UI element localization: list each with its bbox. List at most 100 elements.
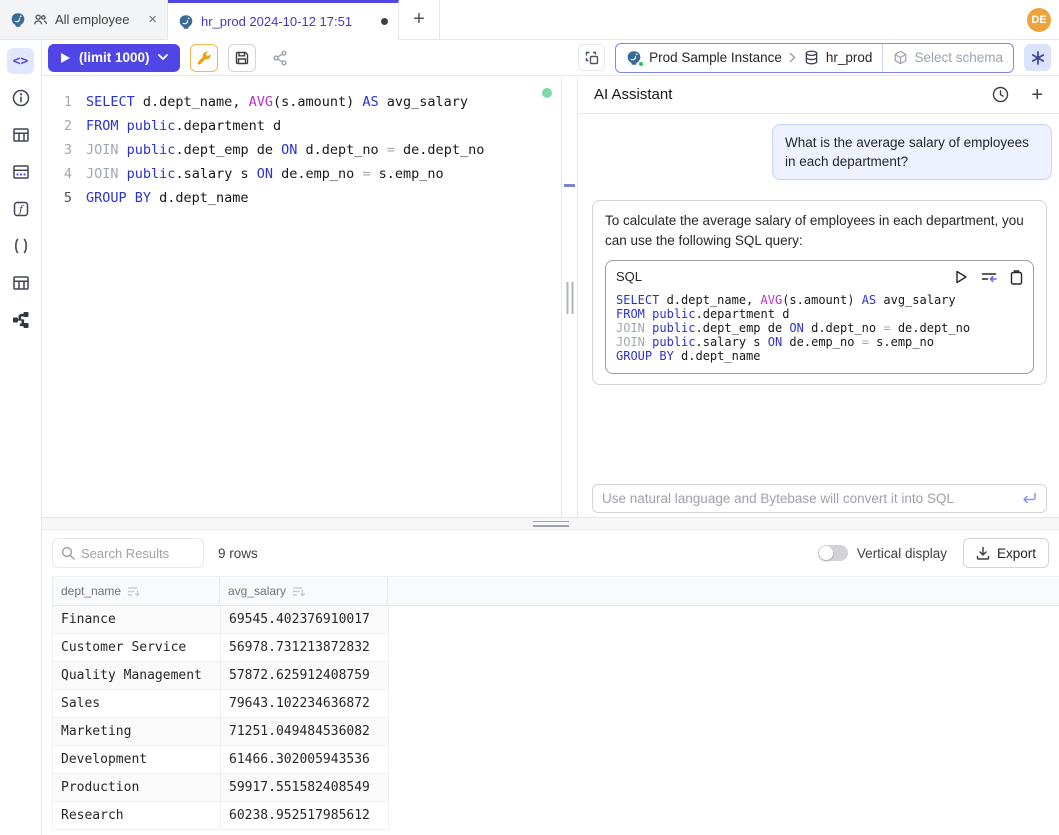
user-avatar[interactable]: DE — [1027, 8, 1051, 32]
results-controls: 9 rows Vertical display Export — [42, 530, 1059, 576]
code-block-label: SQL — [616, 267, 642, 287]
sidebar-item-functions[interactable]: f — [7, 196, 34, 222]
code-tags-icon: <> — [13, 54, 29, 69]
tab-hr-prod[interactable]: hr_prod 2024-10-12 17:51 — [168, 0, 399, 40]
cube-icon — [893, 50, 908, 65]
schema-diagram-icon — [11, 310, 31, 330]
copy-code-icon[interactable] — [1010, 270, 1023, 285]
table-row[interactable]: Customer Service56978.731213872832 — [52, 634, 389, 662]
floppy-disk-icon — [234, 50, 250, 66]
postgresql-icon — [10, 12, 26, 28]
vertical-splitter[interactable] — [562, 76, 578, 517]
schema-placeholder: Select schema — [914, 50, 1003, 65]
search-results-box[interactable] — [52, 538, 204, 568]
table-cell[interactable]: Sales — [53, 690, 221, 717]
download-icon — [976, 546, 990, 560]
schema-selector[interactable]: Select schema — [883, 44, 1013, 72]
horizontal-splitter[interactable] — [42, 517, 1059, 530]
connection-status-dot — [542, 88, 552, 98]
table-cell[interactable]: 71251.049484536082 — [221, 718, 389, 745]
ai-assistant-panel: AI Assistant + What is the average salar… — [578, 76, 1059, 517]
ai-prompt-input[interactable] — [602, 491, 1013, 506]
tab-label: hr_prod 2024-10-12 17:51 — [201, 14, 352, 29]
share-button[interactable] — [266, 44, 294, 72]
sidebar-item-info[interactable] — [7, 85, 34, 111]
sidebar-item-tables[interactable] — [7, 122, 34, 148]
insert-code-icon[interactable] — [981, 270, 997, 284]
search-icon — [61, 546, 75, 560]
vertical-display-toggle[interactable] — [818, 545, 848, 561]
sql-line: 1SELECT d.dept_name, AVG(s.amount) AS av… — [42, 90, 561, 114]
new-chat-plus-icon[interactable]: + — [1031, 85, 1043, 105]
table-row[interactable]: Finance69545.402376910017 — [52, 606, 389, 634]
sidebar-item-table-data[interactable] — [7, 159, 34, 185]
status-green-dot — [638, 61, 644, 67]
table-cell[interactable]: 69545.402376910017 — [221, 606, 389, 633]
table-cell[interactable]: Finance — [53, 606, 221, 633]
splitter-grip — [533, 521, 569, 527]
table-data-dots-icon — [11, 162, 31, 182]
search-results-input[interactable] — [81, 546, 195, 561]
ai-assistant-header: AI Assistant + — [578, 76, 1059, 114]
format-sql-button[interactable] — [190, 44, 218, 72]
connection-selector[interactable]: Prod Sample Instance hr_prod Select sche… — [615, 43, 1014, 73]
parentheses-icon — [11, 236, 31, 256]
sidebar-item-views[interactable] — [7, 270, 34, 296]
chevron-down-icon — [158, 54, 168, 61]
table-cell[interactable]: 60238.952517985612 — [221, 802, 389, 829]
table-cell[interactable]: 79643.102234636872 — [221, 690, 389, 717]
sort-icon — [127, 586, 140, 597]
header-spacer — [388, 577, 1059, 605]
table-body: Finance69545.402376910017Customer Servic… — [52, 606, 1059, 830]
sidebar-item-schema-diagram[interactable] — [7, 307, 34, 333]
table-cell[interactable]: Development — [53, 746, 221, 773]
table-cell[interactable]: 56978.731213872832 — [221, 634, 389, 661]
table-row[interactable]: Development61466.302005943536 — [52, 746, 389, 774]
wrench-icon — [196, 50, 212, 66]
table-cell[interactable]: Quality Management — [53, 662, 221, 689]
table-row[interactable]: Research60238.952517985612 — [52, 802, 389, 830]
table-cell[interactable]: 59917.551582408549 — [221, 774, 389, 801]
table-grid-icon — [11, 273, 31, 293]
batch-query-button[interactable] — [578, 44, 605, 71]
ai-chat-area: What is the average salary of employees … — [578, 114, 1059, 484]
table-cell[interactable]: Research — [53, 802, 221, 829]
export-button[interactable]: Export — [963, 538, 1049, 568]
result-table: dept_nameavg_salary Finance69545.4023769… — [52, 576, 1059, 835]
new-tab-button[interactable]: + — [399, 0, 440, 40]
table-row[interactable]: Marketing71251.049484536082 — [52, 718, 389, 746]
send-return-icon[interactable] — [1021, 492, 1037, 505]
close-icon[interactable]: × — [148, 12, 157, 27]
line-number: 5 — [42, 186, 86, 210]
sidebar-item-worksheet[interactable]: <> — [7, 48, 34, 74]
chevron-right-icon — [789, 52, 797, 63]
table-cell[interactable]: Marketing — [53, 718, 221, 745]
sql-editor[interactable]: 1SELECT d.dept_name, AVG(s.amount) AS av… — [42, 76, 562, 517]
sort-icon — [292, 586, 305, 597]
run-code-icon[interactable] — [955, 270, 968, 284]
sidebar-item-procedures[interactable] — [7, 233, 34, 259]
ai-assistant-title: AI Assistant — [594, 86, 672, 103]
line-number: 2 — [42, 114, 86, 138]
sql-line: 3JOIN public.dept_emp de ON d.dept_no = … — [42, 138, 561, 162]
splitter-grip — [566, 282, 573, 314]
table-cell[interactable]: Production — [53, 774, 221, 801]
ai-assistant-toggle-button[interactable] — [1024, 44, 1051, 71]
table-cell[interactable]: Customer Service — [53, 634, 221, 661]
table-cell[interactable]: 61466.302005943536 — [221, 746, 389, 773]
run-query-button[interactable]: (limit 1000) — [48, 44, 180, 72]
column-header[interactable]: avg_salary — [220, 577, 388, 605]
instance-database-selector[interactable]: Prod Sample Instance hr_prod — [616, 44, 882, 72]
tab-all-employee[interactable]: All employee × — [0, 0, 168, 40]
table-row[interactable]: Quality Management57872.625912408759 — [52, 662, 389, 690]
save-sheet-button[interactable] — [228, 44, 256, 72]
ai-sql-line: GROUP BY d.dept_name — [616, 349, 1023, 363]
column-header[interactable]: dept_name — [52, 577, 220, 605]
table-row[interactable]: Sales79643.102234636872 — [52, 690, 389, 718]
shared-worksheet-icon — [33, 12, 48, 27]
table-row[interactable]: Production59917.551582408549 — [52, 774, 389, 802]
toggle-knob — [819, 546, 833, 560]
tab-label: All employee — [55, 12, 129, 27]
history-clock-icon[interactable] — [992, 86, 1009, 103]
table-cell[interactable]: 57872.625912408759 — [221, 662, 389, 689]
